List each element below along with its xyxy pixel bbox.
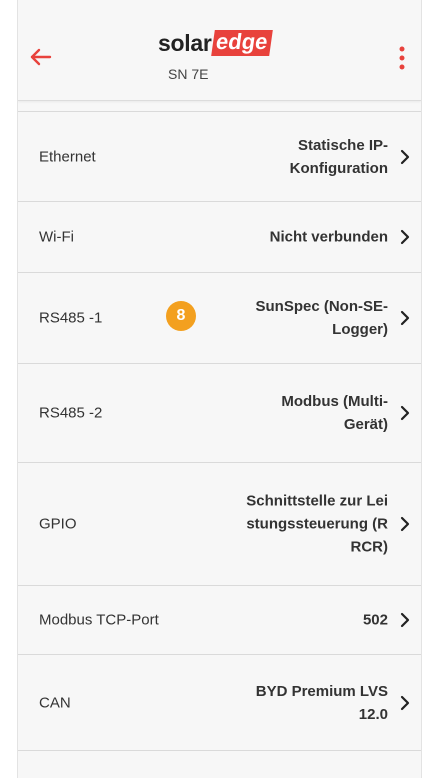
settings-list: Ethernet Statische IP-Konfiguration Wi-F… <box>18 100 421 751</box>
row-value: Nicht verbunden <box>269 228 388 246</box>
chevron-right-icon <box>400 405 410 421</box>
device-serial: SN 7E <box>168 66 209 82</box>
step-badge: 8 <box>166 301 196 331</box>
row-rs485-1[interactable]: RS485 -1 8 SunSpec (Non-SE-Logger) <box>18 273 421 364</box>
row-value: Statische IP-Konfiguration <box>289 136 388 177</box>
chevron-right-icon <box>400 695 410 710</box>
solaredge-logo: solar edge <box>158 28 274 58</box>
row-label: Modbus TCP-Port <box>39 611 159 629</box>
logo-solar-text: solar <box>158 29 212 56</box>
row-value: 502 <box>362 611 388 629</box>
row-label: GPIO <box>39 515 77 533</box>
app-frame: solar edge SN 7E Ethernet Statische IP-K… <box>17 0 422 778</box>
chevron-right-icon <box>400 149 410 164</box>
row-value: SunSpec (Non-SE-Logger) <box>255 298 388 338</box>
app-bar: solar edge SN 7E <box>18 0 421 101</box>
chevron-right-icon <box>400 516 410 532</box>
row-can[interactable]: CAN BYD Premium LVS 12.0 <box>18 655 421 751</box>
row-ethernet[interactable]: Ethernet Statische IP-Konfiguration <box>18 112 421 202</box>
row-label: Wi-Fi <box>39 228 74 246</box>
row-wifi[interactable]: Wi-Fi Nicht verbunden <box>18 202 421 273</box>
logo-edge-text: edge <box>211 29 274 56</box>
row-label: RS485 -1 <box>39 309 103 327</box>
row-value: Schnittstelle zur Leistungssteuerung (RR… <box>246 492 388 556</box>
row-value: Modbus (Multi-Gerät) <box>281 393 388 433</box>
row-rs485-2[interactable]: RS485 -2 Modbus (Multi-Gerät) <box>18 364 421 463</box>
row-label: Ethernet <box>39 148 96 165</box>
row-label: CAN <box>39 694 71 711</box>
row-label: RS485 -2 <box>39 404 103 422</box>
chevron-right-icon <box>400 229 410 245</box>
chevron-right-icon <box>400 310 410 326</box>
row-value: BYD Premium LVS 12.0 <box>255 682 388 723</box>
back-arrow-icon[interactable] <box>28 44 54 70</box>
list-spacer <box>18 100 421 112</box>
more-vertical-icon[interactable] <box>393 44 411 72</box>
chevron-right-icon <box>400 612 410 628</box>
row-modbus-tcp-port[interactable]: Modbus TCP-Port 502 <box>18 586 421 655</box>
row-gpio[interactable]: GPIO Schnittstelle zur Leistungssteuerun… <box>18 463 421 586</box>
